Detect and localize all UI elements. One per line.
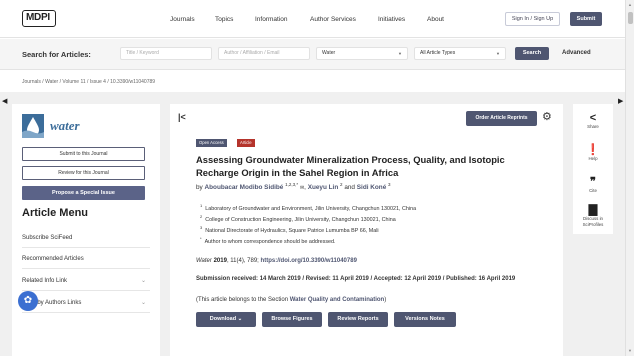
collapse-sidebar-icon[interactable]: |< <box>178 112 186 122</box>
author-sup: 2 <box>340 182 343 187</box>
title-keyword-input[interactable]: Title / Keyword <box>120 47 212 60</box>
article-type-badge: Article <box>237 139 255 147</box>
affiliation: 3National Directorate of Hydraulics, Squ… <box>200 225 379 234</box>
section-note: (This article belongs to the Section Wat… <box>196 297 387 303</box>
submit-to-journal-button[interactable]: Submit to this Journal <box>22 147 145 161</box>
versions-notes-button[interactable]: Versions Notes <box>394 312 456 327</box>
scrollbar-thumb[interactable] <box>628 12 633 24</box>
article-title: Assessing Groundwater Mineralization Pro… <box>196 154 505 178</box>
journal-logo[interactable]: water <box>22 112 148 140</box>
menu-item-label: Related Info Link <box>22 278 68 284</box>
review-reports-button[interactable]: Review Reports <box>328 312 388 327</box>
affiliation: 2College of Construction Engineering, Ji… <box>200 214 396 223</box>
menu-item-related-info-link[interactable]: Related Info Link ⌄ <box>22 271 150 291</box>
nav-about[interactable]: About <box>427 16 444 23</box>
open-access-badge: Open Access <box>196 139 227 147</box>
nav-information[interactable]: Information <box>255 16 288 23</box>
help-icon: ❗ <box>586 144 600 156</box>
accessibility-icon[interactable]: ✿ <box>18 291 38 311</box>
left-sidebar: water Submit to this Journal Review for … <box>12 104 160 356</box>
section-link[interactable]: Water Quality and Contamination <box>290 297 384 303</box>
logo-text: MDPI <box>26 12 50 23</box>
cite-label: Cite <box>589 188 597 193</box>
chevron-down-icon: ▼ <box>398 51 402 56</box>
email-icon[interactable]: ✉ <box>300 185 304 191</box>
author-list: by Aboubacar Modibo Sidibé 1,2,3,* ✉, Xu… <box>196 182 391 192</box>
download-button[interactable]: Download ⌄ <box>196 312 256 327</box>
right-sidebar: < Share ❗ Help ❞ Cite ▇ Discuss in SciPr… <box>573 104 613 234</box>
menu-item-recommended-articles[interactable]: Recommended Articles <box>22 249 150 269</box>
submit-button[interactable]: Submit <box>570 12 602 26</box>
browse-figures-button[interactable]: Browse Figures <box>262 312 322 327</box>
cite-icon: ❞ <box>590 176 596 188</box>
menu-item-subscribe-scifeed[interactable]: Subscribe SciFeed <box>22 228 150 248</box>
author-name[interactable]: Aboubacar Modibo Sidibé <box>205 184 284 191</box>
affiliation: 1Laboratory of Groundwater and Environme… <box>200 203 417 212</box>
nav-initiatives[interactable]: Initiatives <box>378 16 405 23</box>
author-sup: 1,2,3,* <box>285 182 299 187</box>
discuss-icon: ▇ <box>588 204 598 216</box>
author-affiliation-input[interactable]: Author / Affiliation / Email <box>218 47 310 60</box>
order-reprints-button[interactable]: Order Article Reprints <box>466 111 537 126</box>
chevron-down-icon: ▼ <box>496 51 500 56</box>
author-sup: 3 <box>388 182 391 187</box>
scroll-up-icon[interactable]: ▲ <box>628 2 632 7</box>
menu-item-label: Recommended Articles <box>22 256 84 262</box>
journal-select-value: Water <box>322 50 336 56</box>
page-scrollbar[interactable]: ▲ ▼ <box>625 0 634 356</box>
nav-journals[interactable]: Journals <box>170 16 195 23</box>
review-for-journal-button[interactable]: Review for this Journal <box>22 166 145 180</box>
breadcrumb[interactable]: Journals / Water / Volume 11 / Issue 4 /… <box>22 79 155 85</box>
article-type-value: All Article Types <box>420 50 456 56</box>
left-arrow-icon[interactable]: ◀ <box>2 97 7 105</box>
nav-topics[interactable]: Topics <box>215 16 233 23</box>
share-action[interactable]: < Share <box>573 112 613 130</box>
help-action[interactable]: ❗ Help <box>573 144 613 162</box>
citation-line: Water 2019, 11(4), 789; https://doi.org/… <box>196 258 357 264</box>
discuss-label: Discuss in SciProfiles <box>582 216 604 227</box>
publication-dates: Submission received: 14 March 2019 / Rev… <box>196 276 516 282</box>
share-label: Share <box>587 124 599 129</box>
citation-volume: , 11(4), 789; <box>226 258 259 264</box>
scroll-down-icon[interactable]: ▼ <box>628 348 632 353</box>
affiliation-correspondence: *Author to whom correspondence should be… <box>200 236 336 245</box>
advanced-search-link[interactable]: Advanced <box>562 50 591 56</box>
journal-name: water <box>50 118 80 133</box>
by-label: by <box>196 184 203 192</box>
menu-item-label: Subscribe SciFeed <box>22 235 73 241</box>
citation-year: 2019 <box>213 258 227 264</box>
author-name[interactable]: Xueyu Lin <box>308 184 339 191</box>
gear-icon[interactable]: ⚙ <box>542 110 552 123</box>
nav-author-services[interactable]: Author Services <box>310 16 356 23</box>
search-bar: Search for Articles: Title / Keyword Aut… <box>0 39 625 70</box>
water-drop-icon <box>22 114 44 138</box>
and-label: and <box>344 184 355 192</box>
mdpi-logo[interactable]: MDPI <box>22 10 56 27</box>
search-button[interactable]: Search <box>515 47 549 60</box>
article-type-select[interactable]: All Article Types ▼ <box>414 47 506 60</box>
menu-item-more-by-authors[interactable]: More by Authors Links ⌄ <box>22 293 150 313</box>
article-menu-title: Article Menu <box>22 207 89 219</box>
author-name[interactable]: Sidi Koné <box>357 184 386 191</box>
doi-link[interactable]: https://doi.org/10.3390/w11040789 <box>261 258 357 264</box>
chevron-down-icon: ⌄ <box>140 278 146 284</box>
citation-journal: Water <box>196 258 212 264</box>
discuss-action[interactable]: ▇ Discuss in SciProfiles <box>573 204 613 227</box>
signin-button[interactable]: Sign In / Sign Up <box>505 12 560 26</box>
cite-action[interactable]: ❞ Cite <box>573 176 613 194</box>
top-navigation: MDPI Journals Topics Information Author … <box>0 0 625 38</box>
right-arrow-icon[interactable]: ▶ <box>618 97 623 105</box>
chevron-down-icon: ⌄ <box>140 300 146 306</box>
share-icon: < <box>589 112 597 124</box>
journal-select[interactable]: Water ▼ <box>316 47 408 60</box>
help-label: Help <box>588 156 598 161</box>
propose-special-issue-button[interactable]: Propose a Special Issue <box>22 186 145 200</box>
search-label: Search for Articles: <box>22 50 91 59</box>
article-main: |< Order Article Reprints ⚙ Open Access … <box>170 104 563 356</box>
